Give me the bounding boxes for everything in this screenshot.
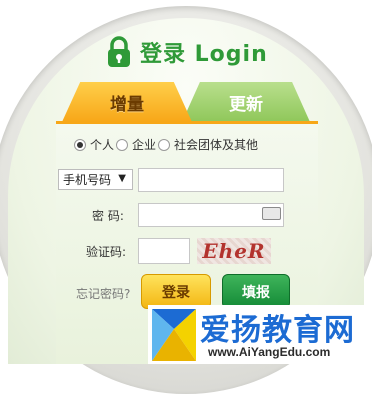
radio-enterprise[interactable] — [116, 138, 129, 151]
logo-flag-icon — [148, 307, 200, 363]
tab-bar: 增量 更新 — [62, 82, 310, 122]
captcha-input[interactable] — [138, 238, 190, 264]
id-type-value: 手机号码 — [63, 173, 112, 187]
radio-personal-label: 个人 — [90, 138, 115, 152]
title-row: 登录 Login — [106, 34, 268, 70]
radio-enterprise-label: 企业 — [132, 138, 157, 152]
keyboard-icon[interactable] — [262, 207, 281, 220]
chevron-down-icon: ▼ — [118, 173, 126, 184]
captcha-label: 验证码: — [86, 245, 127, 259]
watermark-url: www.AiYangEdu.com — [208, 345, 331, 359]
watermark-name: 爱扬教育网 — [200, 313, 355, 348]
radio-organization[interactable] — [158, 138, 171, 151]
fill-button[interactable]: 填报 — [222, 274, 290, 309]
id-type-select[interactable]: 手机号码 ▼ — [58, 169, 133, 190]
login-button[interactable]: 登录 — [141, 274, 211, 309]
password-label: 密 码: — [92, 209, 124, 223]
lock-icon — [106, 36, 132, 68]
forgot-password-link[interactable]: 忘记密码? — [76, 285, 130, 302]
tab-add[interactable]: 增量 — [62, 82, 192, 122]
account-type-radios: 个人 企业 社会团体及其他 — [74, 136, 258, 153]
tab-update[interactable]: 更新 — [182, 82, 310, 122]
radio-organization-label: 社会团体及其他 — [174, 138, 259, 152]
watermark-logo: 爱扬教育网 www.AiYangEdu.com — [148, 305, 372, 364]
captcha-image[interactable]: EheR — [197, 238, 271, 264]
page-title: 登录 Login — [140, 42, 268, 67]
radio-personal[interactable] — [74, 138, 86, 151]
phone-input[interactable] — [138, 168, 284, 192]
